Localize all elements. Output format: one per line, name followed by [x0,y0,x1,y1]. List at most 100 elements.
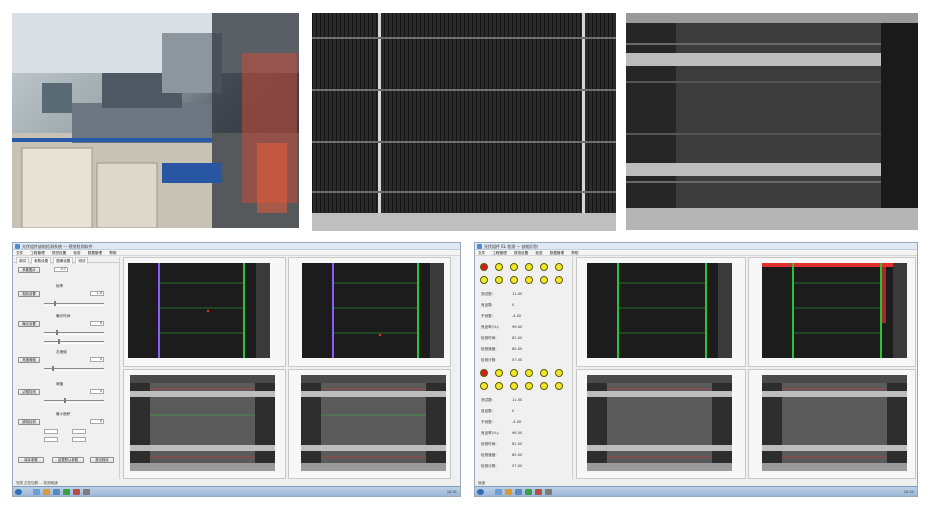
equipment-photo [12,13,299,228]
taskbar-app-icon[interactable] [33,489,40,495]
status-indicator-yellow [510,382,518,390]
image-pane-3[interactable] [576,369,746,479]
menu-data[interactable]: 数据管理 [550,251,564,255]
el-image-overlay-icon [762,375,907,471]
defect-value-5[interactable] [72,437,86,442]
control-tabs: 调试 参数设置 图像设置 测试 [14,257,119,264]
menu-bar: 文件 工程管理 视觉设置 检查 数据管理 帮助 [475,250,917,256]
taskbar-app-icon[interactable] [83,489,90,495]
start-button-icon[interactable] [477,489,484,495]
start-button-icon[interactable] [15,489,22,495]
image-pane-2[interactable] [748,257,916,367]
menu-inspect[interactable]: 检查 [535,251,542,255]
menu-vision[interactable]: 视觉设置 [52,251,66,255]
image-pane-1[interactable] [123,257,286,367]
image-pane-1[interactable] [576,257,746,367]
exposure-value[interactable]: 0 [90,321,104,326]
tab-params[interactable]: 参数设置 [31,257,52,264]
camera-slider-knob[interactable] [54,301,56,306]
defect-value-4[interactable] [44,437,58,442]
menu-file[interactable]: 文件 [16,251,23,255]
tab-image[interactable]: 图像设置 [53,257,74,264]
taskbar-app-icon[interactable] [545,489,552,495]
cell-grid-overlay-icon [158,263,270,358]
exposure-slider[interactable] [44,330,104,335]
cell-image-2 [302,263,444,358]
menu-project[interactable]: 工程管理 [30,251,44,255]
taskbar-app-icon[interactable] [525,489,532,495]
stat-label: 检测时间: [481,336,497,340]
tab-test[interactable]: 测试 [75,257,89,264]
status-indicator-yellow [540,382,548,390]
image-pane-4[interactable] [288,369,451,479]
taskbar-app-icon[interactable] [535,489,542,495]
menu-file[interactable]: 文件 [478,251,485,255]
stat-label: 检测时间: [481,442,497,446]
stat-value: 85.00 [512,347,523,351]
menu-help[interactable]: 帮助 [109,251,116,255]
stat-value: 11.00 [512,292,523,296]
edge-slider-knob[interactable] [64,398,66,403]
cell-grid-overlay-icon [617,263,732,358]
status-indicator-yellow [525,369,533,377]
el-image-overlay-icon [130,375,275,471]
gain-slider[interactable] [44,339,104,344]
defect-value-3[interactable] [72,429,86,434]
taskbar-folder-icon[interactable] [505,489,512,495]
exposure-button[interactable]: 曝光设置 [18,321,40,327]
taskbar-app-icon[interactable] [73,489,80,495]
status-indicator-yellow [495,369,503,377]
taskbar-app-icon[interactable] [495,489,502,495]
image-pane-4[interactable] [748,369,916,479]
save-params-button[interactable]: 保存参数 [18,457,44,463]
solar-cell-photo [312,13,616,231]
camera-value[interactable]: 1.0 [90,291,104,296]
brightness-label: 灰度值 [56,350,67,354]
edge-label: 阈值 [56,382,64,386]
load-default-button[interactable]: 加载默认参数 [52,457,84,463]
brightness-value[interactable]: 0 [90,357,104,362]
tab-debug[interactable]: 调试 [16,257,29,264]
exit-button[interactable]: 退出程序 [90,457,114,463]
menu-help[interactable]: 帮助 [571,251,578,255]
el-image-3 [130,375,275,471]
edge-detect-button[interactable]: 边框检测 [18,389,40,395]
edge-slider[interactable] [44,398,104,403]
tray-clock: 10:31 [903,490,914,494]
image-pane-3[interactable] [123,369,286,479]
capture-value[interactable]: 0.1 [54,267,68,272]
status-indicator-yellow [540,263,548,271]
menu-inspect[interactable]: 检查 [73,251,80,255]
menu-project[interactable]: 工程管理 [492,251,506,255]
stat-value: 85.00 [512,453,523,457]
exposure-slider-knob[interactable] [56,330,58,335]
status-indicator-yellow [525,382,533,390]
status-indicator-yellow [480,382,488,390]
camera-label: 帧率 [56,284,64,288]
defect-value[interactable]: 0 [90,419,104,424]
menu-vision[interactable]: 视觉设置 [514,251,528,255]
brightness-slider[interactable] [44,366,104,371]
camera-slider[interactable] [44,301,104,306]
taskbar-app-icon[interactable] [63,489,70,495]
status-indicator-yellow [510,263,518,271]
edge-value[interactable]: 0 [90,389,104,394]
tray-clock: 10:31 [446,490,457,494]
camera-settings-button[interactable]: 相机设置 [18,291,40,297]
gain-slider-knob[interactable] [58,339,60,344]
taskbar-app-icon[interactable] [53,489,60,495]
status-indicator-red [480,369,488,377]
menu-data[interactable]: 数据管理 [88,251,102,255]
status-indicator-yellow [495,263,503,271]
image-pane-2[interactable] [288,257,451,367]
stat-value: -4.00 [512,314,522,318]
taskbar-app-icon[interactable] [515,489,522,495]
taskbar-folder-icon[interactable] [43,489,50,495]
brightness-button[interactable]: 亮度阈值 [18,357,40,363]
stat-label: 检测速度: [481,453,497,457]
capture-button[interactable]: 采集图片 [18,267,40,273]
defect-value-2[interactable] [44,429,58,434]
brightness-slider-knob[interactable] [52,366,54,371]
el-image-3 [587,375,732,471]
defect-detect-button[interactable]: 缺陷检测 [18,419,40,425]
